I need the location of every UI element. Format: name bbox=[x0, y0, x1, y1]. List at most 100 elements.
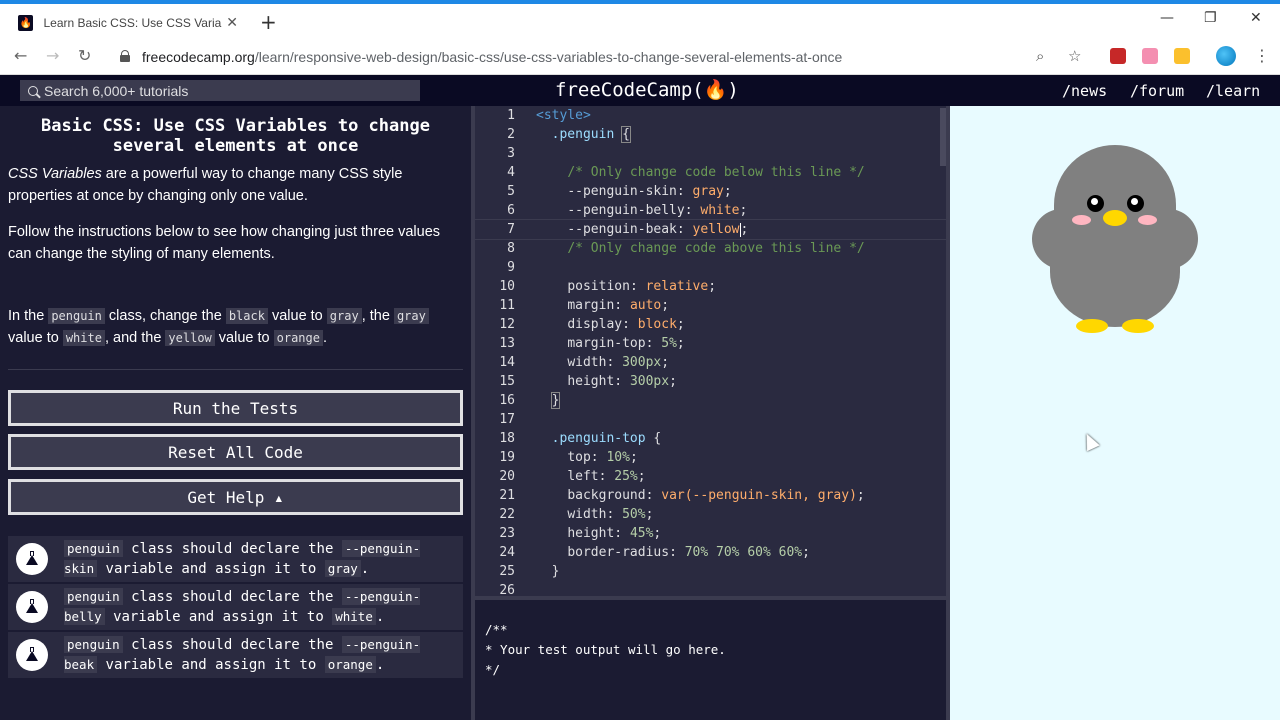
challenge-follow: Follow the instructions below to see how… bbox=[8, 224, 441, 262]
inline-code: orange bbox=[273, 330, 323, 346]
code-line: 24 border-radius: 70% 70% 60% 60%; bbox=[499, 545, 810, 560]
window-close-icon[interactable]: ✕ bbox=[1250, 10, 1262, 26]
inline-code: gray bbox=[393, 308, 429, 324]
inline-code: gray bbox=[326, 308, 362, 324]
search-placeholder: Search 6,000+ tutorials bbox=[44, 82, 189, 99]
penguin-left-foot bbox=[1076, 319, 1108, 333]
test-item: penguin class should declare the --pengu… bbox=[8, 632, 463, 678]
code-line: 8 /* Only change code above this line */ bbox=[507, 241, 865, 256]
challenge-intro: CSS Variables are a powerful way to chan… bbox=[8, 163, 463, 207]
code-line: 16 } bbox=[499, 392, 561, 409]
reload-icon[interactable]: ↻ bbox=[78, 46, 91, 65]
inline-code: yellow bbox=[165, 330, 215, 346]
test-text: penguin class should declare the --pengu… bbox=[64, 540, 421, 577]
penguin-right-cheek bbox=[1138, 215, 1157, 225]
run-tests-button[interactable]: Run the Tests bbox=[8, 390, 463, 426]
penguin-illustration bbox=[1023, 145, 1207, 337]
search-icon bbox=[28, 85, 38, 96]
address-bar: ← → ↻ freecodecamp.org/learn/responsive-… bbox=[0, 38, 1280, 75]
fcc-logo[interactable]: freeCodeCamp(🔥) bbox=[555, 78, 739, 101]
penguin-left-eye bbox=[1087, 195, 1104, 212]
penguin-top bbox=[1054, 145, 1176, 265]
fcc-favicon-icon: 🔥 bbox=[18, 15, 34, 31]
bookmark-star-icon[interactable]: ☆ bbox=[1068, 47, 1081, 65]
flask-icon bbox=[16, 591, 48, 623]
test-output-console: /** * Your test output will go here. */ bbox=[475, 600, 946, 720]
code-line: 15 height: 300px; bbox=[499, 374, 677, 389]
challenge-panel: Basic CSS: Use CSS Variables to change s… bbox=[0, 106, 471, 720]
browser-menu-icon[interactable]: ⋮ bbox=[1254, 46, 1270, 65]
code-line: 2 .penguin { bbox=[507, 126, 631, 143]
extension-icon[interactable] bbox=[1110, 48, 1126, 64]
code-line: 22 width: 50%; bbox=[499, 507, 654, 522]
inline-code: white bbox=[62, 330, 105, 346]
url-path: /learn/responsive-web-design/basic-css/u… bbox=[254, 49, 843, 65]
penguin-left-cheek bbox=[1072, 215, 1091, 225]
code-line: 10 position: relative; bbox=[499, 279, 717, 294]
penguin-right-foot bbox=[1122, 319, 1154, 333]
text-caret bbox=[739, 222, 741, 237]
code-line: 19 top: 10%; bbox=[499, 450, 638, 465]
forward-icon[interactable]: → bbox=[46, 46, 59, 65]
get-help-button[interactable]: Get Help ▴ bbox=[8, 479, 463, 515]
code-line: 13 margin-top: 5%; bbox=[499, 336, 685, 351]
extension-icon[interactable] bbox=[1142, 48, 1158, 64]
restore-icon[interactable]: ❐ bbox=[1204, 10, 1217, 26]
console-line: */ bbox=[485, 662, 501, 677]
code-line: 4 /* Only change code below this line */ bbox=[507, 165, 865, 180]
intro-emphasis: CSS Variables bbox=[8, 166, 102, 182]
penguin-beak bbox=[1103, 210, 1127, 226]
flask-icon bbox=[16, 543, 48, 575]
code-line: 9 bbox=[507, 260, 515, 275]
penguin-right-eye bbox=[1127, 195, 1144, 212]
minimize-icon[interactable]: — bbox=[1160, 10, 1174, 26]
reset-code-button[interactable]: Reset All Code bbox=[8, 434, 463, 470]
profile-avatar[interactable] bbox=[1216, 46, 1236, 66]
browser-tab[interactable]: 🔥 Learn Basic CSS: Use CSS Variables to … bbox=[8, 8, 248, 38]
challenge-title: Basic CSS: Use CSS Variables to change s… bbox=[41, 116, 430, 156]
code-line: 3 bbox=[507, 146, 515, 161]
code-editor[interactable]: 1 <style> 2 .penguin { 3 4 /* Only change… bbox=[475, 106, 946, 596]
code-line: 11 margin: auto; bbox=[499, 298, 670, 313]
test-item: penguin class should declare the --pengu… bbox=[8, 584, 463, 630]
nav-link-learn[interactable]: /learn bbox=[1206, 82, 1260, 100]
test-item: penguin class should declare the --pengu… bbox=[8, 536, 463, 582]
preview-pane bbox=[950, 106, 1280, 720]
code-line: 5 --penguin-skin: gray; bbox=[507, 184, 732, 199]
url-field[interactable]: freecodecamp.org/learn/responsive-web-de… bbox=[142, 49, 842, 65]
code-line: 25 } bbox=[499, 564, 560, 579]
search-input[interactable]: Search 6,000+ tutorials bbox=[20, 80, 420, 101]
code-line: 14 width: 300px; bbox=[499, 355, 670, 370]
inline-code: penguin bbox=[48, 308, 105, 324]
tab-title: Learn Basic CSS: Use CSS Variables to Ch… bbox=[43, 16, 222, 30]
code-line: 20 left: 25%; bbox=[499, 469, 646, 484]
code-line: 1 <style> bbox=[507, 108, 591, 123]
code-line: 23 height: 45%; bbox=[499, 526, 662, 541]
challenge-instructions: In the penguin class, change the black v… bbox=[8, 305, 463, 349]
code-line-current: 7 --penguin-beak: yellow; bbox=[475, 219, 946, 240]
url-host: freecodecamp.org bbox=[142, 49, 255, 65]
new-tab-icon[interactable]: + bbox=[260, 10, 277, 34]
code-line: 12 display: block; bbox=[499, 317, 685, 332]
test-text: penguin class should declare the --pengu… bbox=[64, 588, 421, 625]
back-icon[interactable]: ← bbox=[14, 46, 27, 65]
extension-icon[interactable] bbox=[1174, 48, 1190, 64]
divider bbox=[8, 369, 463, 370]
tab-bar: 🔥 Learn Basic CSS: Use CSS Variables to … bbox=[0, 4, 1280, 38]
code-line: 17 bbox=[499, 412, 515, 427]
console-line: * Your test output will go here. bbox=[485, 642, 726, 657]
console-line: /** bbox=[485, 622, 508, 637]
nav-link-news[interactable]: /news bbox=[1062, 82, 1107, 100]
code-line: 18 .penguin-top { bbox=[499, 431, 662, 446]
code-line: 21 background: var(--penguin-skin, gray)… bbox=[499, 488, 865, 503]
flask-icon bbox=[16, 639, 48, 671]
code-line: 6 --penguin-belly: white; bbox=[507, 203, 748, 218]
code-line: 26 bbox=[499, 583, 515, 596]
nav-link-forum[interactable]: /forum bbox=[1130, 82, 1184, 100]
fcc-navbar: Search 6,000+ tutorials freeCodeCamp(🔥) … bbox=[0, 75, 1280, 106]
zoom-icon[interactable]: ⌕ bbox=[1036, 47, 1044, 65]
close-tab-icon[interactable]: ✕ bbox=[226, 15, 238, 31]
inline-code: black bbox=[225, 308, 268, 324]
test-text: penguin class should declare the --pengu… bbox=[64, 636, 421, 673]
lock-icon bbox=[120, 50, 130, 62]
